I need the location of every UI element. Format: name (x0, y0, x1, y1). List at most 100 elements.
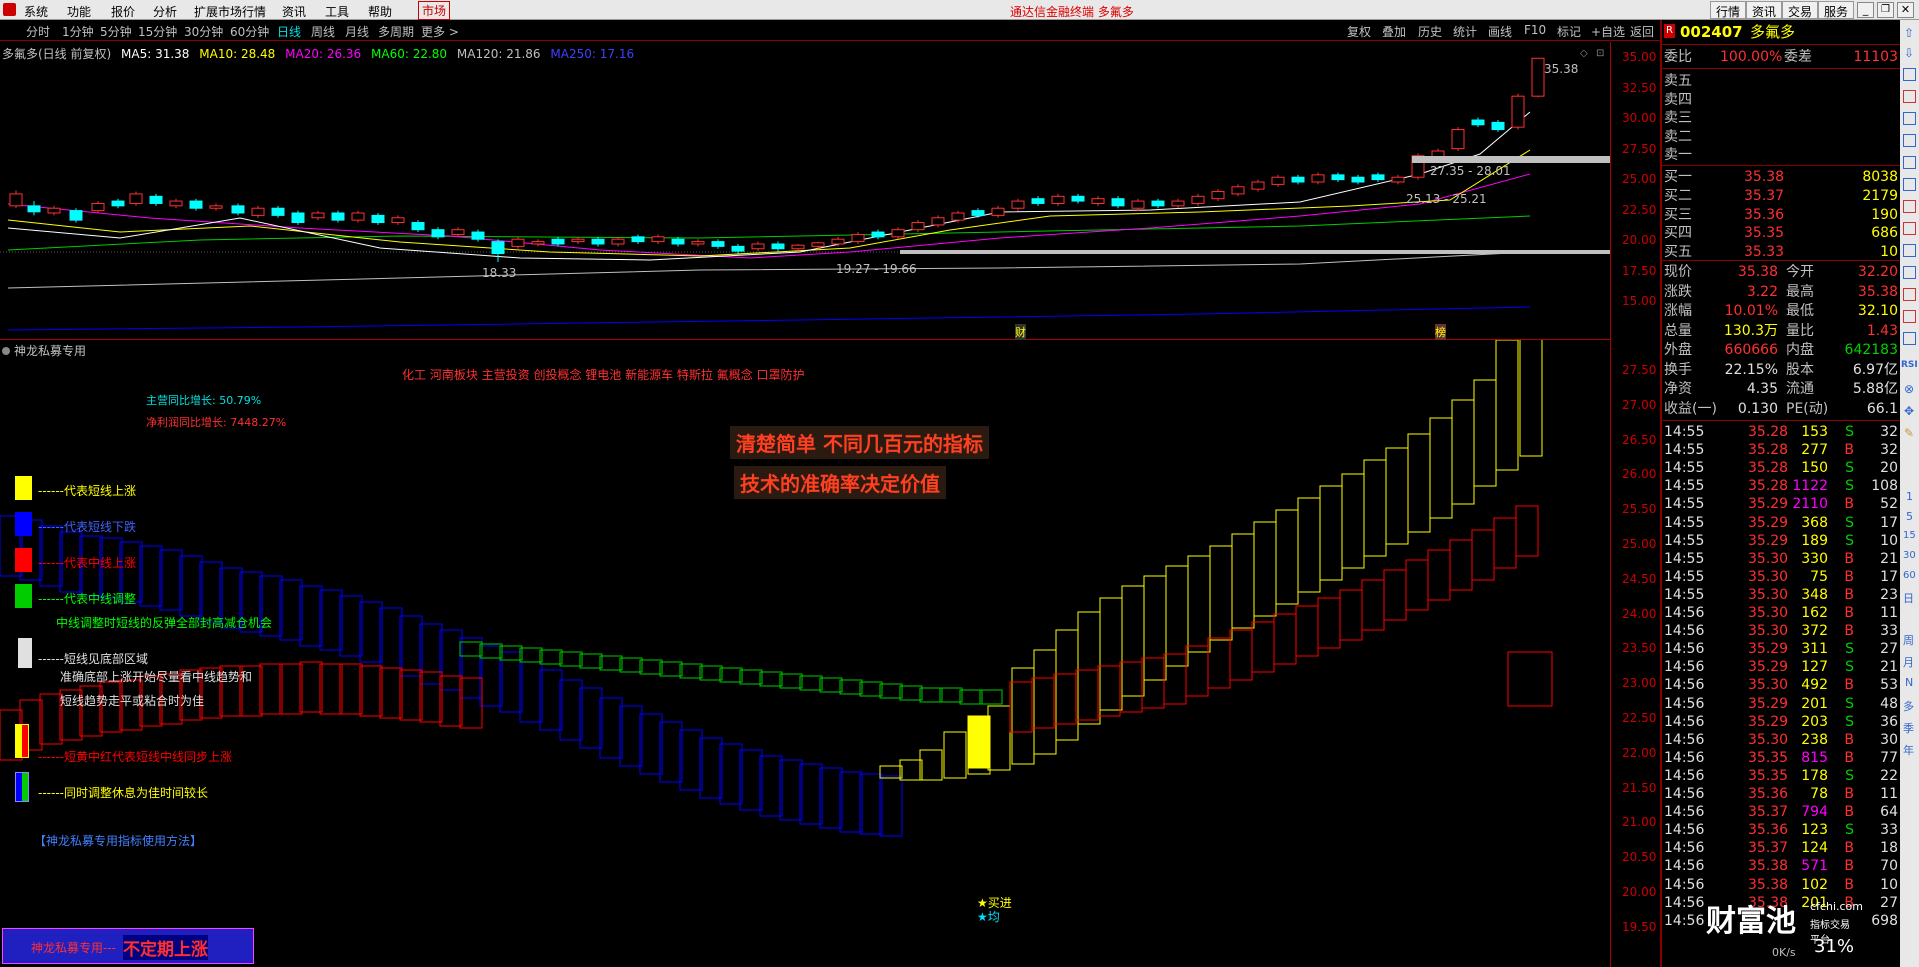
indicator-box (779, 673, 803, 689)
chart-icon-9[interactable] (1903, 244, 1916, 257)
menu-right-trade[interactable]: 交易 (1782, 1, 1819, 19)
close-icon[interactable]: ✕ (1897, 2, 1914, 18)
menu-extended-market[interactable]: 扩展市场行情 (194, 3, 266, 20)
period-5min[interactable]: 5分钟 (100, 23, 132, 40)
chart-icon-8[interactable] (1903, 222, 1916, 235)
financial-marker[interactable]: 财 (1015, 324, 1026, 340)
period-1min[interactable]: 1分钟 (62, 23, 94, 40)
buy-row: 买二 35.37 2179 (1664, 187, 1900, 205)
num-30-icon[interactable]: 30 (1903, 550, 1916, 561)
chart-icon-3[interactable] (1903, 112, 1916, 125)
weicha-label: 委差 (1784, 49, 1812, 65)
tick-row: 14:55 35.29 368 S 17 (1664, 514, 1900, 532)
zoom-icon[interactable]: ⊡ (1596, 48, 1604, 59)
lock-icon[interactable]: ⊗ (1904, 382, 1914, 396)
tool-tongji[interactable]: 统计 (1453, 23, 1477, 40)
num-60-icon[interactable]: 60 (1903, 570, 1916, 581)
tool-biaoji[interactable]: 标记 (1557, 23, 1581, 40)
tick-row: 14:56 35.35 815 B 77 (1664, 749, 1900, 767)
indicator-chart[interactable]: 神龙私募专用 化工 河南板块 主营投资 创投概念 锂电池 新能源车 特斯拉 氟概… (0, 340, 1610, 967)
chart-icon-11[interactable] (1903, 288, 1916, 301)
tick-count: 22 (1880, 767, 1898, 784)
menu-help[interactable]: 帮助 (368, 3, 392, 20)
period-multi[interactable]: 多周期 (378, 23, 414, 40)
indicator-box (1341, 473, 1365, 569)
side-multi-icon[interactable]: 多 (1903, 698, 1914, 714)
indicator-box (1143, 575, 1167, 681)
side-year-icon[interactable]: 年 (1903, 742, 1914, 758)
menu-right-service[interactable]: 服务 (1818, 1, 1855, 19)
indicator-box (1473, 379, 1497, 487)
indicator-box (579, 653, 603, 669)
side-n-icon[interactable]: N (1905, 676, 1913, 689)
indicator-box (439, 675, 463, 727)
restore-icon[interactable]: ❐ (1877, 2, 1894, 18)
period-daily[interactable]: 日线 (277, 23, 301, 40)
menu-right-quote[interactable]: 行情 (1710, 1, 1747, 19)
ma-line (7, 251, 1531, 289)
candle (209, 205, 223, 209)
chart-icon-7[interactable] (1903, 200, 1916, 213)
num-15-icon[interactable]: 15 (1903, 530, 1916, 541)
chart-icon-12[interactable] (1903, 310, 1916, 323)
indicator-y-tick: 23.50 (1622, 641, 1657, 656)
chart-icon-1[interactable] (1903, 68, 1916, 81)
indicator-box (1363, 459, 1387, 557)
rsi-icon[interactable]: RSI (1901, 360, 1918, 370)
menu-right-news[interactable]: 资讯 (1746, 1, 1783, 19)
side-season-icon[interactable]: 季 (1903, 720, 1914, 736)
period-60min[interactable]: 60分钟 (230, 23, 269, 40)
diamond-icon[interactable]: ◇ (1580, 48, 1588, 59)
period-monthly[interactable]: 月线 (345, 23, 369, 40)
chart-icon-6[interactable] (1903, 178, 1916, 191)
tick-volume: 153 (1801, 424, 1828, 440)
tick-count: 52 (1880, 496, 1898, 513)
tool-huaxian[interactable]: 画线 (1488, 23, 1512, 40)
chart-icon-2[interactable] (1903, 90, 1916, 103)
ranking-marker[interactable]: 榜 (1435, 324, 1446, 340)
chart-icon-10[interactable] (1903, 266, 1916, 279)
chart-icon-13[interactable] (1903, 332, 1916, 345)
period-30min[interactable]: 30分钟 (184, 23, 223, 40)
tick-count: 21 (1880, 550, 1898, 567)
menu-analysis[interactable]: 分析 (153, 3, 177, 20)
num-5-icon[interactable]: 5 (1906, 510, 1913, 523)
tick-count: 17 (1880, 568, 1898, 585)
menu-tools[interactable]: 工具 (325, 3, 349, 20)
candle (111, 200, 125, 207)
up-arrow-icon[interactable]: ⇧ (1904, 26, 1914, 40)
move-icon[interactable]: ✥ (1904, 404, 1914, 418)
menu-quote[interactable]: 报价 (111, 3, 135, 20)
tool-fuquan[interactable]: 复权 (1347, 23, 1371, 40)
chart-icon-5[interactable] (1903, 156, 1916, 169)
tick-side: S (1845, 514, 1854, 531)
tick-price: 35.29 (1748, 695, 1789, 712)
period-15min[interactable]: 15分钟 (138, 23, 177, 40)
tool-zixuan[interactable]: +自选 (1591, 23, 1625, 40)
side-week-icon[interactable]: 周 (1903, 632, 1914, 648)
num-1-icon[interactable]: 1 (1906, 490, 1913, 503)
side-month-icon[interactable]: 月 (1903, 654, 1914, 670)
menu-system[interactable]: 系统 (24, 3, 48, 20)
tick-count: 64 (1880, 804, 1898, 821)
tool-back[interactable]: 返回 (1630, 23, 1654, 40)
method-link[interactable]: 【神龙私募专用指标使用方法】 (34, 832, 202, 849)
menu-market[interactable]: 市场 (418, 1, 451, 20)
tool-lishi[interactable]: 历史 (1418, 23, 1442, 40)
period-fenshi[interactable]: 分时 (26, 23, 50, 40)
tool-f10[interactable]: F10 (1524, 23, 1546, 37)
minimize-icon[interactable]: _ (1857, 2, 1874, 18)
kline-chart[interactable]: 多氟多(日线 前复权) MA5: 31.38 MA10: 28.48 MA20:… (0, 42, 1610, 340)
menu-function[interactable]: 功能 (67, 3, 91, 20)
down-arrow-icon[interactable]: ⇩ (1904, 46, 1914, 60)
period-weekly[interactable]: 周线 (311, 23, 335, 40)
tick-volume: 2110 (1792, 496, 1828, 513)
menu-news[interactable]: 资讯 (282, 3, 306, 20)
indicator-box (779, 759, 803, 821)
day-icon[interactable]: 日 (1903, 590, 1914, 606)
chart-icon-4[interactable] (1903, 134, 1916, 147)
period-more[interactable]: 更多 > (421, 23, 459, 40)
tool-diejia[interactable]: 叠加 (1382, 23, 1406, 40)
pen-icon[interactable]: ✎ (1904, 426, 1914, 440)
indicator-box (919, 749, 943, 781)
